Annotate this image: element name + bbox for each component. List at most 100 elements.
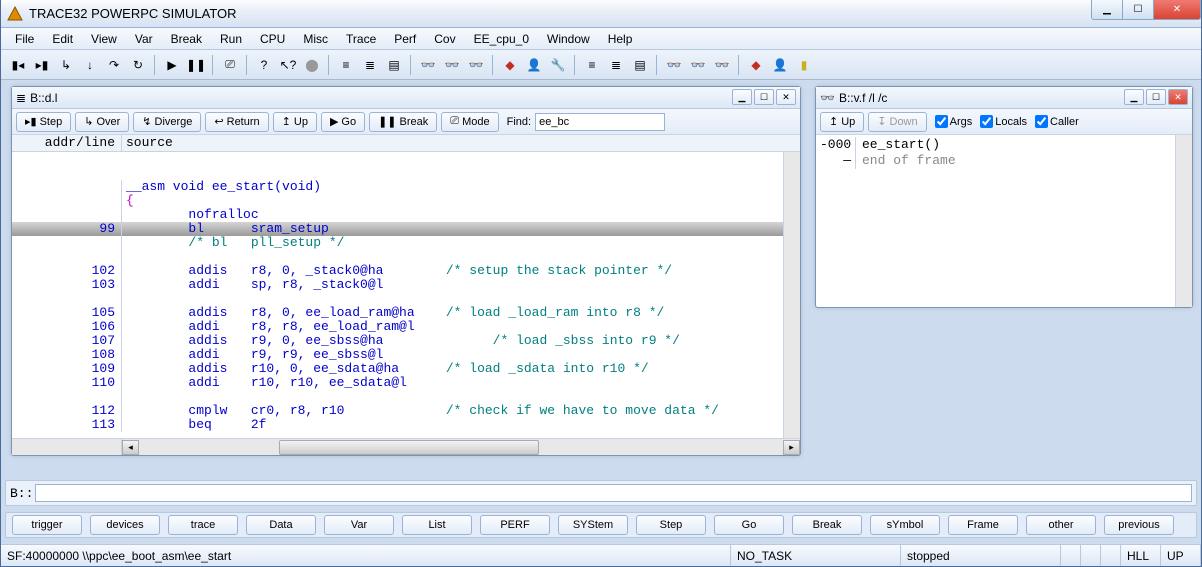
menu-misc[interactable]: Misc	[295, 30, 336, 48]
break-button[interactable]: ❚❚ Break	[369, 112, 437, 132]
trace-button[interactable]: trace	[168, 515, 238, 535]
list-button[interactable]: List	[402, 515, 472, 535]
frame-button[interactable]: Frame	[948, 515, 1018, 535]
other-button[interactable]: other	[1026, 515, 1096, 535]
binoc6-icon[interactable]: 👓	[711, 54, 733, 76]
frame-row[interactable]: -000ee_start()	[820, 137, 1188, 153]
code-line[interactable]	[12, 292, 800, 306]
binoc1-icon[interactable]: 👓	[417, 54, 439, 76]
mode-button[interactable]: ⎚ Mode	[441, 112, 498, 132]
binoc3-icon[interactable]: 👓	[465, 54, 487, 76]
minimize-button[interactable]: ▁	[1091, 0, 1123, 20]
run-icon[interactable]: ▶	[161, 54, 183, 76]
step2-button[interactable]: Step	[636, 515, 706, 535]
data-button[interactable]: Data	[246, 515, 316, 535]
step-start-icon[interactable]: ▮◂	[7, 54, 29, 76]
over-button[interactable]: ↳ Over	[75, 112, 129, 132]
vertical-scrollbar[interactable]	[783, 152, 800, 438]
symbol-button[interactable]: sYmbol	[870, 515, 940, 535]
code-line[interactable]: 112 cmplw cr0, r8, r10 /* check if we ha…	[12, 404, 800, 418]
code-line[interactable]	[12, 250, 800, 264]
mode-icon[interactable]: ⎚	[219, 54, 241, 76]
list5-icon[interactable]: ≣	[605, 54, 627, 76]
user-icon[interactable]: 👤	[523, 54, 545, 76]
box-red2-icon[interactable]: ◆	[745, 54, 767, 76]
devices-button[interactable]: devices	[90, 515, 160, 535]
frame-down-button[interactable]: ↧ Down	[868, 112, 926, 132]
code-line[interactable]: 107 addis r9, 0, ee_sbss@ha /* load _sbs…	[12, 334, 800, 348]
binoc5-icon[interactable]: 👓	[687, 54, 709, 76]
trigger-button[interactable]: trigger	[12, 515, 82, 535]
box-red-icon[interactable]: ◆	[499, 54, 521, 76]
step-return-icon[interactable]: ↻	[127, 54, 149, 76]
menu-cov[interactable]: Cov	[426, 30, 463, 48]
list1-icon[interactable]: ≡	[335, 54, 357, 76]
caller-checkbox[interactable]: Caller	[1035, 115, 1079, 128]
wrench-icon[interactable]: 🔧	[547, 54, 569, 76]
list2-icon[interactable]: ≣	[359, 54, 381, 76]
perf-button[interactable]: PERF	[480, 515, 550, 535]
binoc2-icon[interactable]: 👓	[441, 54, 463, 76]
frame-vscroll[interactable]	[1175, 135, 1192, 307]
code-line[interactable]	[12, 390, 800, 404]
go2-button[interactable]: Go	[714, 515, 784, 535]
code-line[interactable]: 108 addi r9, r9, ee_sbss@l	[12, 348, 800, 362]
menu-trace[interactable]: Trace	[338, 30, 384, 48]
menu-cpu[interactable]: CPU	[252, 30, 293, 48]
pause-icon[interactable]: ❚❚	[185, 54, 207, 76]
code-line[interactable]: 106 addi r8, r8, ee_load_ram@l	[12, 320, 800, 334]
diverge-button[interactable]: ↯ Diverge	[133, 112, 201, 132]
list6-icon[interactable]: ▤	[629, 54, 651, 76]
menu-window[interactable]: Window	[539, 30, 598, 48]
code-line[interactable]: 109 addis r10, 0, ee_sdata@ha /* load _s…	[12, 362, 800, 376]
step-down-icon[interactable]: ↓	[79, 54, 101, 76]
help-q-icon[interactable]: ?	[253, 54, 275, 76]
help-arrow-icon[interactable]: ↖?	[277, 54, 299, 76]
find-input[interactable]	[535, 113, 665, 131]
list3-icon[interactable]: ▤	[383, 54, 405, 76]
system-button[interactable]: SYStem	[558, 515, 628, 535]
frame-up-button[interactable]: ↥ Up	[820, 112, 864, 132]
code-line[interactable]: 102 addis r8, 0, _stack0@ha /* setup the…	[12, 264, 800, 278]
code-line[interactable]: __asm void ee_start(void)	[12, 180, 800, 194]
frame-close-button[interactable]: ✕	[1168, 89, 1188, 105]
code-line[interactable]: nofralloc	[12, 208, 800, 222]
menu-view[interactable]: View	[83, 30, 125, 48]
frame-window-title[interactable]: 👓 B::v.f /l /c ▁ ☐ ✕	[816, 87, 1192, 109]
note-icon[interactable]: ▮	[793, 54, 815, 76]
code-line[interactable]: 105 addis r8, 0, ee_load_ram@ha /* load …	[12, 306, 800, 320]
stop-icon[interactable]: ⬤	[301, 54, 323, 76]
scroll-right-icon[interactable]: ▸	[783, 440, 800, 455]
sub-minimize-button[interactable]: ▁	[732, 89, 752, 105]
step-over-icon[interactable]: ↷	[103, 54, 125, 76]
menu-var[interactable]: Var	[127, 30, 161, 48]
menu-edit[interactable]: Edit	[44, 30, 81, 48]
sub-close-button[interactable]: ✕	[776, 89, 796, 105]
scroll-left-icon[interactable]: ◂	[122, 440, 139, 455]
menu-file[interactable]: File	[7, 30, 42, 48]
frame-row[interactable]: —end of frame	[820, 153, 1188, 169]
step-end-icon[interactable]: ▸▮	[31, 54, 53, 76]
step-button[interactable]: ▸▮ Step	[16, 112, 71, 132]
code-line[interactable]: 103 addi sp, r8, _stack0@l	[12, 278, 800, 292]
close-button[interactable]: ✕	[1153, 0, 1201, 20]
code-line[interactable]: /* bl pll_setup */	[12, 236, 800, 250]
step-into-icon[interactable]: ↳	[55, 54, 77, 76]
menu-run[interactable]: Run	[212, 30, 250, 48]
code-line[interactable]: 99 bl sram_setup	[12, 222, 800, 236]
list4-icon[interactable]: ≡	[581, 54, 603, 76]
menu-break[interactable]: Break	[163, 30, 210, 48]
code-body[interactable]: __asm void ee_start(void){ nofralloc99 b…	[12, 152, 800, 438]
maximize-button[interactable]: ☐	[1122, 0, 1154, 20]
code-line[interactable]: {	[12, 194, 800, 208]
frame-minimize-button[interactable]: ▁	[1124, 89, 1144, 105]
code-line[interactable]: 113 beq 2f	[12, 418, 800, 432]
return-button[interactable]: ↩ Return	[205, 112, 268, 132]
menu-help[interactable]: Help	[600, 30, 641, 48]
code-line[interactable]: 110 addi r10, r10, ee_sdata@l	[12, 376, 800, 390]
up-button[interactable]: ↥ Up	[273, 112, 317, 132]
binoc4-icon[interactable]: 👓	[663, 54, 685, 76]
args-checkbox[interactable]: Args	[935, 115, 973, 128]
horizontal-scrollbar[interactable]: ◂ ▸	[12, 438, 800, 455]
locals-checkbox[interactable]: Locals	[980, 115, 1027, 128]
